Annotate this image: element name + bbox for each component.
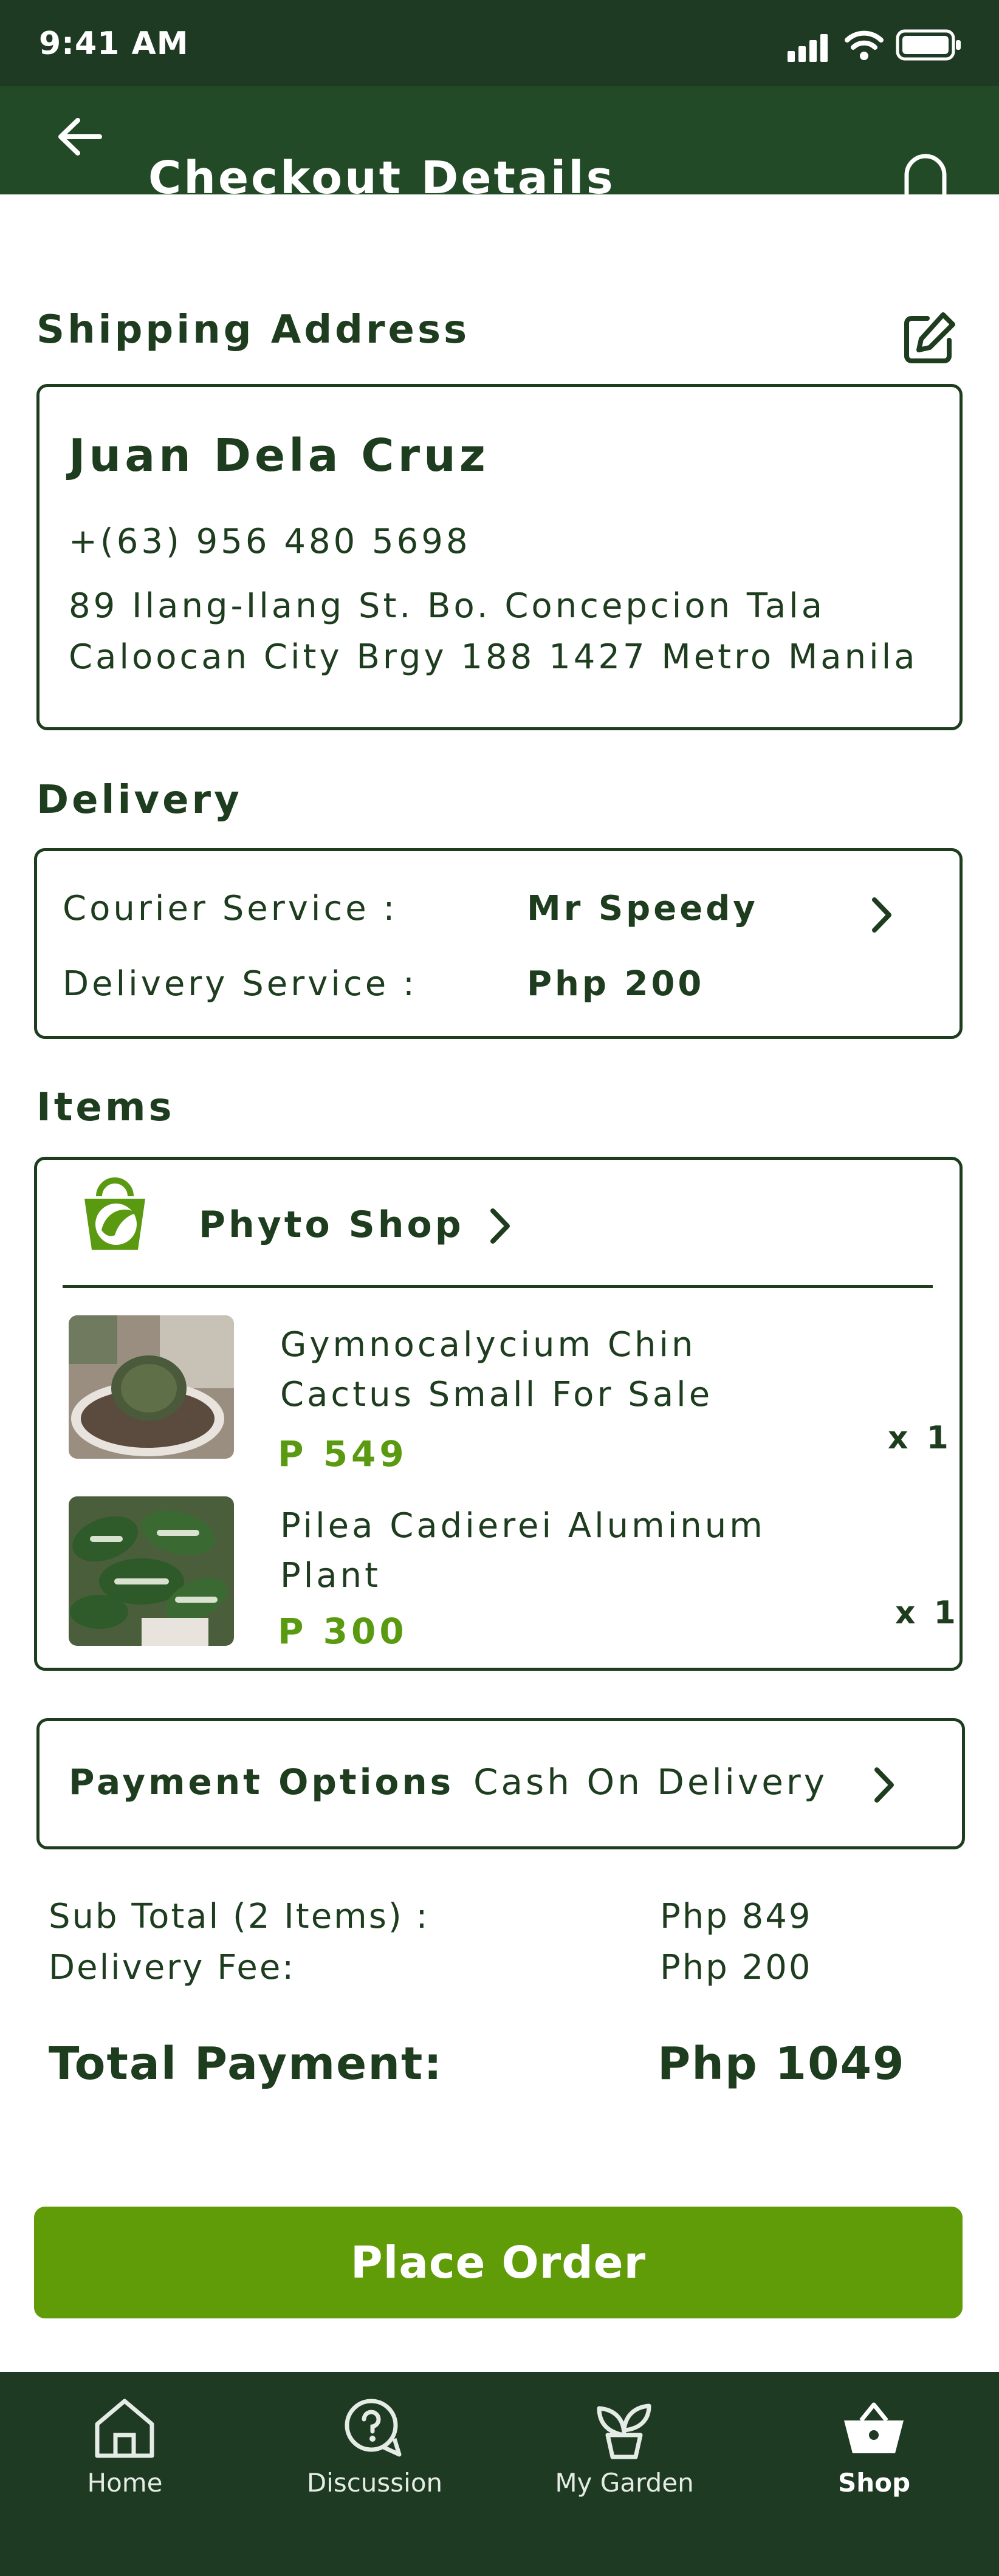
- shop-divider: [63, 1285, 933, 1288]
- item-1-name-line-2: Cactus Small For Sale: [280, 1375, 713, 1414]
- home-icon: [95, 2399, 154, 2458]
- payment-options-label: Payment Options: [69, 1761, 455, 1803]
- wifi-icon: [845, 30, 884, 60]
- item-2-name-line-2: Plant: [280, 1556, 382, 1595]
- cactus-product-image: [69, 1315, 234, 1459]
- subtotal-label: Sub Total (2 Items) :: [49, 1897, 430, 1936]
- nav-item-my-garden[interactable]: My Garden: [500, 2372, 749, 2576]
- items-card: Phyto Shop Gymnocalycium Chin Cactus Sma…: [34, 1157, 963, 1671]
- discussion-icon: [345, 2399, 402, 2457]
- status-time: 9:41 AM: [39, 26, 189, 62]
- shipping-address-card: Juan Dela Cruz +(63) 956 480 5698 89 Ila…: [36, 384, 963, 730]
- page-title: Checkout Details: [148, 152, 616, 194]
- chevron-right-icon[interactable]: [863, 894, 900, 936]
- status-bar: 9:41 AM: [0, 0, 999, 86]
- nav-label-my-garden: My Garden: [555, 2468, 694, 2498]
- nav-item-home[interactable]: Home: [0, 2372, 250, 2576]
- delivery-card[interactable]: Courier Service : Mr Speedy Delivery Ser…: [34, 848, 963, 1039]
- courier-value: Mr Speedy: [527, 889, 758, 928]
- plant-icon: [597, 2403, 651, 2459]
- shop-name[interactable]: Phyto Shop: [199, 1204, 464, 1246]
- recipient-phone: +(63) 956 480 5698: [69, 522, 471, 561]
- battery-icon: [896, 29, 961, 61]
- bottom-nav: Home Discussion My Garden Shop: [0, 2372, 999, 2576]
- item-2-qty: x 1: [895, 1595, 960, 1631]
- delivery-fee-value: Php 200: [660, 1948, 812, 1987]
- items-heading: Items: [36, 1085, 175, 1130]
- recipient-name: Juan Dela Cruz: [69, 430, 489, 482]
- basket-icon: [844, 2402, 904, 2453]
- payment-chevron-right-icon[interactable]: [866, 1764, 902, 1806]
- nav-item-discussion[interactable]: Discussion: [250, 2372, 500, 2576]
- pilea-product-image: [69, 1496, 234, 1646]
- item-1-price: P 549: [278, 1433, 408, 1475]
- delivery-service-label: Delivery Service :: [63, 964, 417, 1004]
- total-payment-label: Total Payment:: [49, 2038, 444, 2090]
- courier-label: Courier Service :: [63, 889, 398, 928]
- nav-label-discussion: Discussion: [306, 2468, 443, 2498]
- nav-label-home: Home: [87, 2468, 163, 2498]
- place-order-button[interactable]: Place Order: [34, 2207, 963, 2318]
- item-2-price: P 300: [278, 1611, 408, 1652]
- delivery-service-value: Php 200: [527, 964, 705, 1004]
- payment-method-value: Cash On Delivery: [473, 1761, 828, 1803]
- signal-icon: [788, 34, 828, 62]
- nav-item-shop[interactable]: Shop: [749, 2372, 999, 2576]
- app-header: Checkout Details: [0, 86, 999, 194]
- payment-options-card[interactable]: Payment Options Cash On Delivery: [36, 1718, 965, 1849]
- subtotal-value: Php 849: [660, 1897, 812, 1936]
- item-1-qty: x 1: [888, 1420, 952, 1456]
- shipping-heading: Shipping Address: [36, 307, 470, 352]
- edit-icon[interactable]: [899, 310, 958, 368]
- back-arrow-icon[interactable]: [56, 115, 105, 158]
- total-payment-value: Php 1049: [657, 2038, 905, 2090]
- delivery-heading: Delivery: [36, 778, 242, 823]
- delivery-fee-label: Delivery Fee:: [49, 1948, 296, 1987]
- shop-chevron-right-icon[interactable]: [482, 1205, 518, 1247]
- bell-icon[interactable]: [898, 145, 953, 194]
- shop-logo-icon: [84, 1177, 145, 1250]
- nav-label-shop: Shop: [837, 2468, 911, 2498]
- address-line-2: Caloocan City Brgy 188 1427 Metro Manila: [69, 637, 918, 677]
- item-2-name-line-1: Pilea Cadierei Aluminum: [280, 1506, 766, 1546]
- item-1-name-line-1: Gymnocalycium Chin: [280, 1325, 696, 1365]
- address-line-1: 89 Ilang-Ilang St. Bo. Concepcion Tala: [69, 586, 826, 626]
